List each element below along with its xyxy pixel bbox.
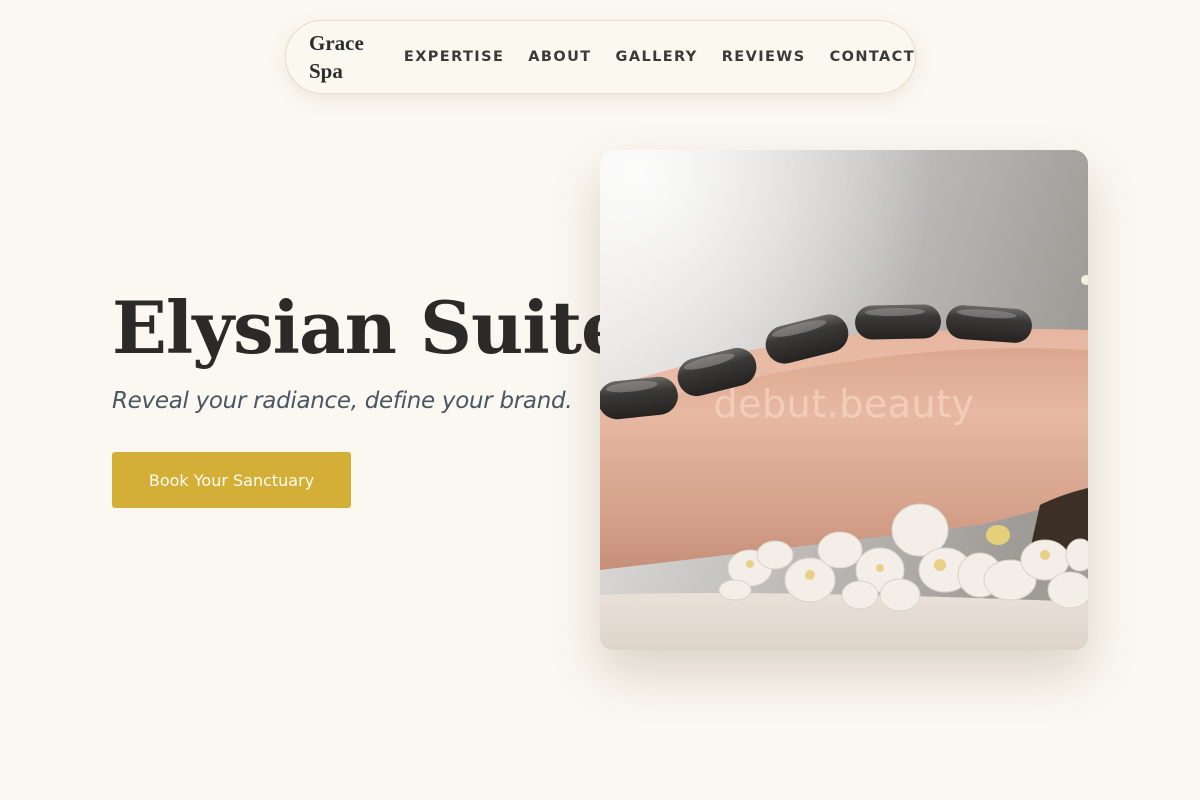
nav-link-about[interactable]: ABOUT: [528, 49, 591, 65]
hero-subtitle: Reveal your radiance, define your brand.: [112, 388, 573, 414]
brand-logo[interactable]: Grace Spa: [309, 29, 364, 85]
hero-title: Elysian Suite: [112, 285, 627, 370]
nav-link-contact[interactable]: CONTACT: [830, 49, 915, 65]
nav-link-gallery[interactable]: GALLERY: [616, 49, 698, 65]
book-sanctuary-button[interactable]: Book Your Sanctuary: [112, 452, 351, 508]
nav-link-reviews[interactable]: REVIEWS: [722, 49, 806, 65]
nav-links: EXPERTISE ABOUT GALLERY REVIEWS CONTACT: [404, 49, 915, 65]
page: Grace Spa EXPERTISE ABOUT GALLERY REVIEW…: [0, 0, 1200, 800]
top-nav: Grace Spa EXPERTISE ABOUT GALLERY REVIEW…: [285, 20, 916, 94]
image-watermark: debut.beauty: [713, 382, 975, 426]
nav-link-expertise[interactable]: EXPERTISE: [404, 49, 504, 65]
hero-image: debut.beauty: [600, 150, 1088, 650]
